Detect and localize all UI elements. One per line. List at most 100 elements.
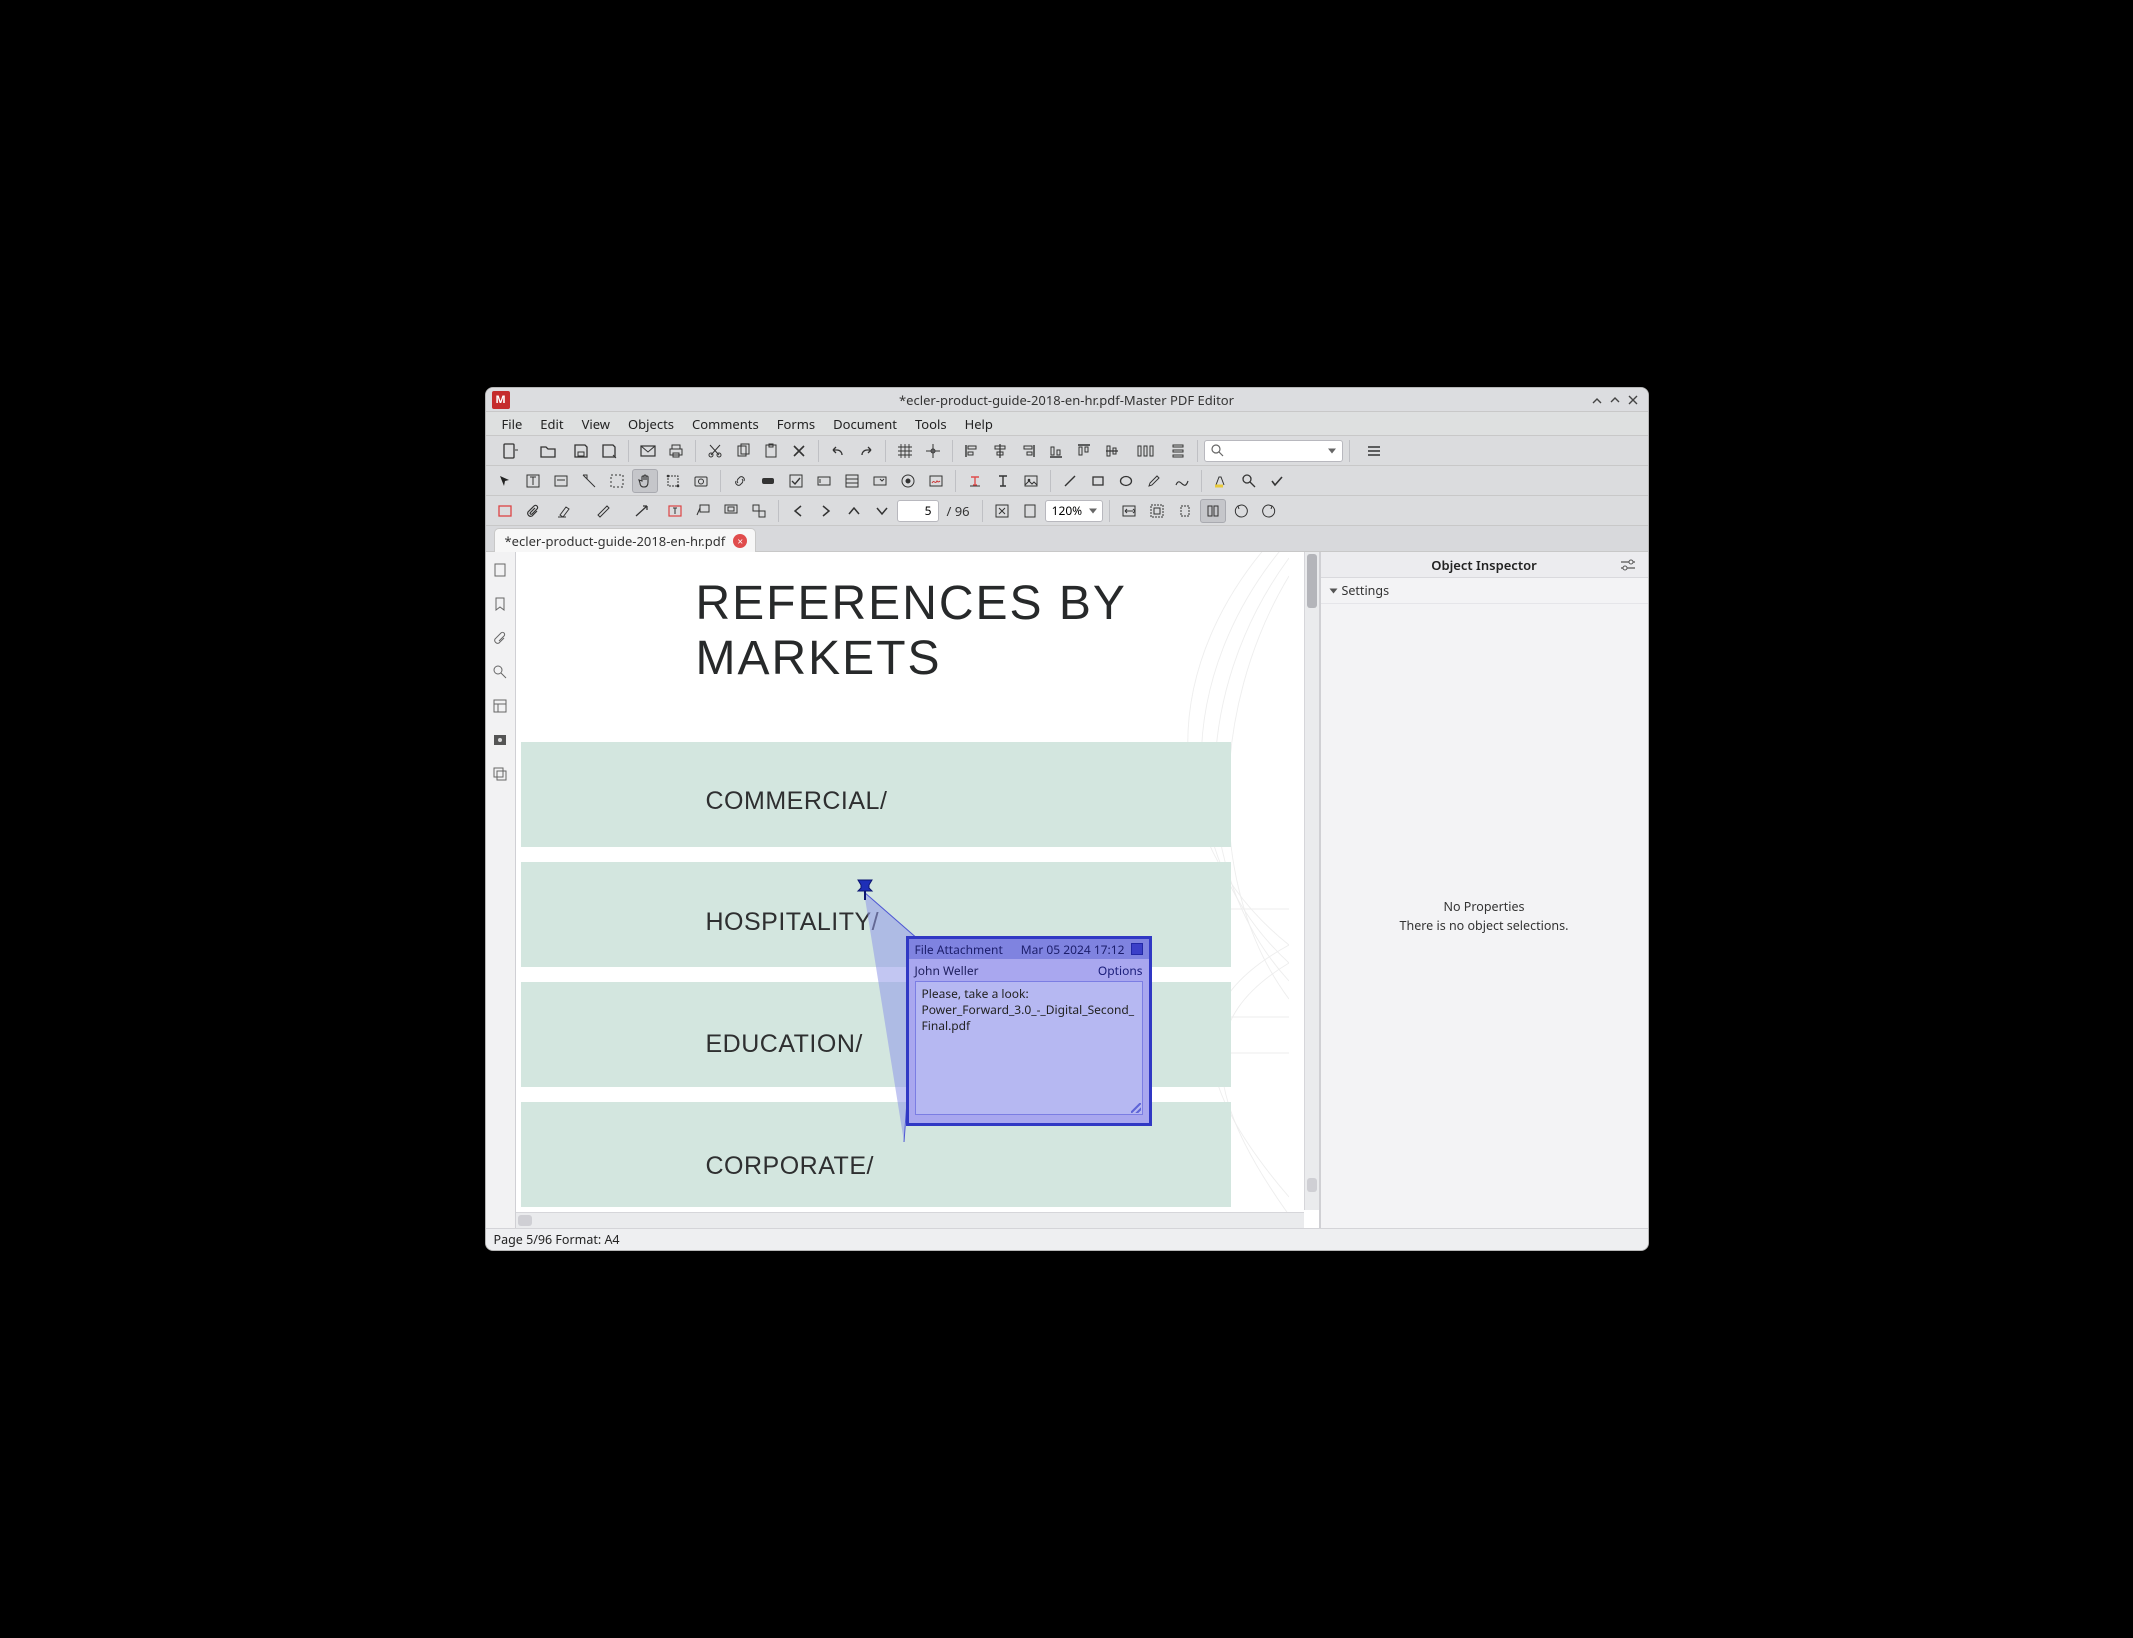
open-doc-button[interactable] [530, 439, 566, 463]
align-center-h-button[interactable] [987, 439, 1013, 463]
rotate-cw-button[interactable] [1256, 499, 1282, 523]
delete-button[interactable] [786, 439, 812, 463]
next-page-button[interactable] [813, 499, 839, 523]
annotation-close-icon[interactable] [1131, 943, 1143, 955]
layers-panel-icon[interactable] [490, 764, 510, 784]
edit-vector-tool[interactable] [576, 469, 602, 493]
arrow-tool[interactable] [624, 499, 660, 523]
fit-visible-button[interactable] [1172, 499, 1198, 523]
save-button[interactable] [568, 439, 594, 463]
ellipse-tool[interactable] [1113, 469, 1139, 493]
inspector-settings-icon[interactable] [1620, 559, 1636, 571]
highlighter-tool[interactable] [548, 499, 584, 523]
vertical-scrollbar[interactable] [1304, 552, 1319, 1210]
menu-comments[interactable]: Comments [684, 413, 767, 435]
align-bottom-button[interactable] [1043, 439, 1069, 463]
hand-tool[interactable] [632, 469, 658, 493]
menu-file[interactable]: File [494, 413, 531, 435]
insert-text-tool[interactable] [990, 469, 1016, 493]
annotation-popup[interactable]: File Attachment Mar 05 2024 17:12 John W… [906, 936, 1152, 1126]
signatures-panel-icon[interactable] [490, 730, 510, 750]
menu-forms[interactable]: Forms [769, 413, 823, 435]
listbox-tool[interactable] [839, 469, 865, 493]
callout-tool[interactable] [690, 499, 716, 523]
cut-button[interactable] [702, 439, 728, 463]
align-center-v-button[interactable] [1099, 439, 1125, 463]
text-tool[interactable] [962, 469, 988, 493]
fit-full-button[interactable] [1144, 499, 1170, 523]
pages-panel-icon[interactable] [490, 560, 510, 580]
stamp-menu-tool[interactable] [746, 499, 772, 523]
bookmarks-panel-icon[interactable] [490, 594, 510, 614]
undo-button[interactable] [825, 439, 851, 463]
insert-image-tool[interactable] [1018, 469, 1044, 493]
email-button[interactable] [635, 439, 661, 463]
resize-handle-icon[interactable] [1131, 1103, 1141, 1113]
pencil-tool[interactable] [1141, 469, 1167, 493]
save-as-button[interactable] [596, 439, 622, 463]
page-input[interactable]: 5 [897, 500, 939, 522]
document-viewport[interactable]: REFERENCES BY MARKETS COMMERCIAL/ HOSPIT… [516, 552, 1320, 1228]
attachment-tool[interactable] [520, 499, 546, 523]
highlight-tool[interactable] [1208, 469, 1234, 493]
scroll-thumb-h[interactable] [518, 1215, 532, 1226]
stamp-tool[interactable] [718, 499, 744, 523]
snap-button[interactable] [920, 439, 946, 463]
distribute-v-button[interactable] [1165, 439, 1191, 463]
menu-document[interactable]: Document [825, 413, 905, 435]
menu-view[interactable]: View [574, 413, 618, 435]
tab-close-icon[interactable]: × [733, 534, 747, 548]
menu-objects[interactable]: Objects [620, 413, 682, 435]
textbox-tool[interactable] [662, 499, 688, 523]
zoom-combo[interactable]: 120% [1045, 500, 1103, 522]
textfield-tool[interactable] [811, 469, 837, 493]
inspector-section-settings[interactable]: Settings [1321, 578, 1648, 604]
annotation-body[interactable]: Please, take a look: Power_Forward_3.0_-… [915, 981, 1143, 1115]
select-tool[interactable] [492, 469, 518, 493]
next-view-button[interactable] [869, 499, 895, 523]
horizontal-scrollbar[interactable] [516, 1212, 1304, 1228]
grid-button[interactable] [892, 439, 918, 463]
menu-button[interactable] [1356, 439, 1392, 463]
rotate-ccw-button[interactable] [1228, 499, 1254, 523]
new-doc-button[interactable] [492, 439, 528, 463]
signature-tool[interactable] [923, 469, 949, 493]
button-tool[interactable] [755, 469, 781, 493]
minimize-icon[interactable] [1588, 391, 1606, 409]
close-icon[interactable] [1624, 391, 1642, 409]
maximize-icon[interactable] [1606, 391, 1624, 409]
document-tab[interactable]: *ecler-product-guide-2018-en-hr.pdf × [494, 528, 757, 552]
fields-panel-icon[interactable] [490, 696, 510, 716]
menu-tools[interactable]: Tools [907, 413, 955, 435]
ink-tool[interactable] [586, 499, 622, 523]
attachments-panel-icon[interactable] [490, 628, 510, 648]
single-page-button[interactable] [1200, 499, 1226, 523]
prev-view-button[interactable] [841, 499, 867, 523]
combobox-tool[interactable] [867, 469, 893, 493]
scroll-thumb[interactable] [1307, 554, 1317, 608]
menu-help[interactable]: Help [957, 413, 1001, 435]
edit-forms-tool[interactable] [548, 469, 574, 493]
scroll-down-icon[interactable] [1307, 1178, 1317, 1192]
check-tool[interactable] [1264, 469, 1290, 493]
radio-tool[interactable] [895, 469, 921, 493]
fit-width-button[interactable] [1116, 499, 1142, 523]
annotation-options-link[interactable]: Options [1098, 962, 1143, 979]
align-left-button[interactable] [959, 439, 985, 463]
search-combo[interactable] [1204, 440, 1343, 462]
zoom-actual-button[interactable] [989, 499, 1015, 523]
checkbox-tool[interactable] [783, 469, 809, 493]
print-button[interactable] [663, 439, 689, 463]
crop-tool[interactable] [660, 469, 686, 493]
link-tool[interactable] [727, 469, 753, 493]
curve-tool[interactable] [1169, 469, 1195, 493]
snapshot-tool[interactable] [688, 469, 714, 493]
menu-edit[interactable]: Edit [532, 413, 571, 435]
annotation-popup-header[interactable]: File Attachment Mar 05 2024 17:12 [909, 939, 1149, 959]
edit-text-tool[interactable] [520, 469, 546, 493]
fit-page-button[interactable] [1017, 499, 1043, 523]
attachment-pin-icon[interactable] [854, 878, 876, 902]
distribute-button[interactable] [1127, 439, 1163, 463]
magnify-tool[interactable] [1236, 469, 1262, 493]
select-text-tool[interactable] [604, 469, 630, 493]
